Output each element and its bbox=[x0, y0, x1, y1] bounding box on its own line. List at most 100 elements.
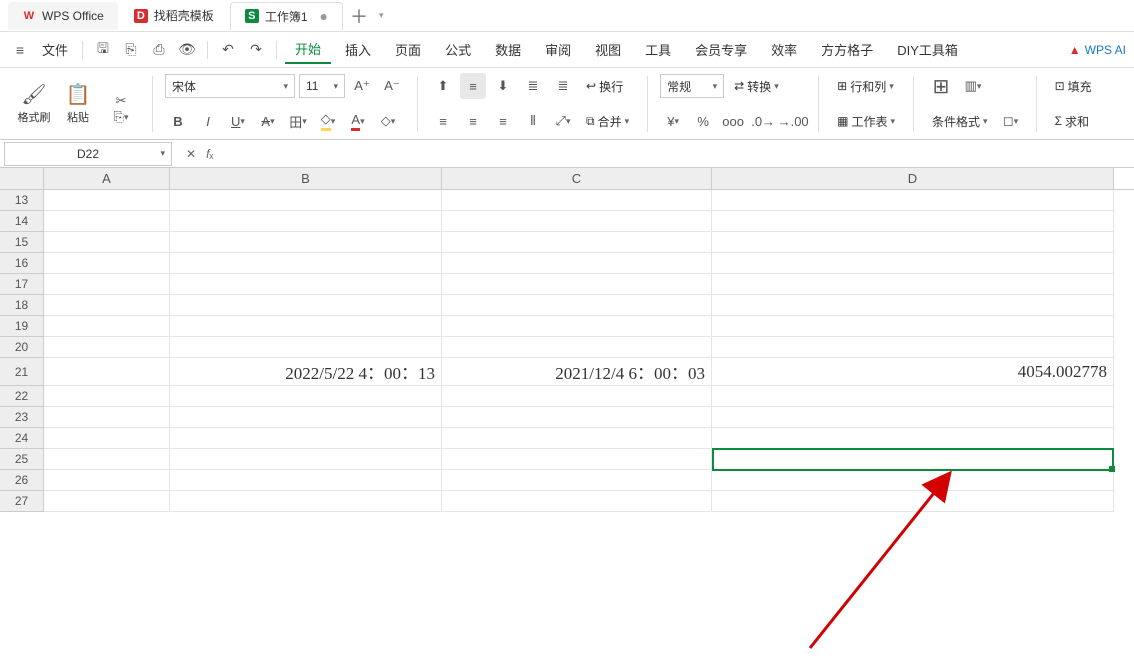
cell-B24[interactable] bbox=[170, 428, 442, 449]
cell-C14[interactable] bbox=[442, 211, 712, 232]
font-name-select[interactable]: 宋体▾ bbox=[165, 74, 295, 98]
menu-view[interactable]: 视图 bbox=[585, 36, 631, 63]
worksheet-button[interactable]: ▦工作表▾ bbox=[831, 111, 901, 132]
thousands-icon[interactable]: ooo bbox=[720, 108, 746, 134]
row-header[interactable]: 14 bbox=[0, 211, 44, 232]
menu-insert[interactable]: 插入 bbox=[335, 36, 381, 63]
wps-ai-button[interactable]: ▲ WPS AI bbox=[1069, 43, 1126, 57]
font-color-icon[interactable]: A▾ bbox=[345, 108, 371, 134]
decrease-font-icon[interactable]: A⁻ bbox=[379, 73, 405, 99]
row-header[interactable]: 17 bbox=[0, 274, 44, 295]
cell-A23[interactable] bbox=[44, 407, 170, 428]
tab-menu-icon[interactable]: ▾ bbox=[379, 10, 384, 21]
menu-ffgz[interactable]: 方方格子 bbox=[811, 36, 883, 63]
cell-B22[interactable] bbox=[170, 386, 442, 407]
cell-C23[interactable] bbox=[442, 407, 712, 428]
cell-C27[interactable] bbox=[442, 491, 712, 512]
paste-button[interactable]: 📋粘贴 bbox=[58, 82, 98, 125]
menu-tools[interactable]: 工具 bbox=[635, 36, 681, 63]
cell-A20[interactable] bbox=[44, 337, 170, 358]
merge-button[interactable]: ⧉合并▾ bbox=[580, 111, 635, 132]
convert-button[interactable]: ⇄转换▾ bbox=[728, 76, 785, 97]
print-icon[interactable]: ⎙ bbox=[147, 38, 171, 62]
align-bottom-icon[interactable]: ⬇ bbox=[490, 73, 516, 99]
align-center-icon[interactable]: ≡ bbox=[460, 108, 486, 134]
cell-C24[interactable] bbox=[442, 428, 712, 449]
strikethrough-icon[interactable]: A▾ bbox=[255, 108, 281, 134]
cell-B19[interactable] bbox=[170, 316, 442, 337]
bold-icon[interactable]: B bbox=[165, 108, 191, 134]
row-header[interactable]: 25 bbox=[0, 449, 44, 470]
cell-B20[interactable] bbox=[170, 337, 442, 358]
cell-D15[interactable] bbox=[712, 232, 1114, 253]
cell-D19[interactable] bbox=[712, 316, 1114, 337]
indent-right-icon[interactable]: ≣ bbox=[550, 73, 576, 99]
save-icon[interactable]: 🖫 bbox=[91, 38, 115, 62]
italic-icon[interactable]: I bbox=[195, 108, 221, 134]
row-header[interactable]: 27 bbox=[0, 491, 44, 512]
cell-A25[interactable] bbox=[44, 449, 170, 470]
row-header[interactable]: 19 bbox=[0, 316, 44, 337]
cell-D24[interactable] bbox=[712, 428, 1114, 449]
menu-member[interactable]: 会员专享 bbox=[685, 36, 757, 63]
cell-B21[interactable]: 2022/5/22 4：00：13 bbox=[170, 358, 442, 386]
row-header[interactable]: 24 bbox=[0, 428, 44, 449]
fx-icon[interactable]: fₓ bbox=[206, 147, 213, 161]
cell-D25[interactable] bbox=[712, 449, 1114, 470]
redo-icon[interactable]: ↷ bbox=[244, 38, 268, 62]
cell-D22[interactable] bbox=[712, 386, 1114, 407]
cell-A26[interactable] bbox=[44, 470, 170, 491]
align-middle-icon[interactable]: ≡ bbox=[460, 73, 486, 99]
cell-style-icon[interactable]: ▥▾ bbox=[960, 73, 986, 99]
cell-A22[interactable] bbox=[44, 386, 170, 407]
menu-diy[interactable]: DIY工具箱 bbox=[887, 36, 968, 63]
workbook-tab[interactable]: S 工作簿1 ● bbox=[230, 2, 343, 30]
cell-D27[interactable] bbox=[712, 491, 1114, 512]
cell-C22[interactable] bbox=[442, 386, 712, 407]
select-all-corner[interactable] bbox=[0, 168, 44, 189]
cell-B26[interactable] bbox=[170, 470, 442, 491]
align-top-icon[interactable]: ⬆ bbox=[430, 73, 456, 99]
row-header[interactable]: 16 bbox=[0, 253, 44, 274]
cell-B16[interactable] bbox=[170, 253, 442, 274]
cell-B13[interactable] bbox=[170, 190, 442, 211]
cell-A17[interactable] bbox=[44, 274, 170, 295]
table-style-button[interactable]: ⊞ bbox=[926, 74, 956, 99]
cell-A24[interactable] bbox=[44, 428, 170, 449]
cell-D16[interactable] bbox=[712, 253, 1114, 274]
undo-icon[interactable]: ↶ bbox=[216, 38, 240, 62]
cell-C25[interactable] bbox=[442, 449, 712, 470]
indent-left-icon[interactable]: ≣ bbox=[520, 73, 546, 99]
cell-D26[interactable] bbox=[712, 470, 1114, 491]
row-header[interactable]: 15 bbox=[0, 232, 44, 253]
col-header-C[interactable]: C bbox=[442, 168, 712, 189]
distribute-icon[interactable]: ⫴ bbox=[520, 108, 546, 134]
percent-icon[interactable]: % bbox=[690, 108, 716, 134]
menu-page[interactable]: 页面 bbox=[385, 36, 431, 63]
cell-A21[interactable] bbox=[44, 358, 170, 386]
cell-C16[interactable] bbox=[442, 253, 712, 274]
clear-format-icon[interactable]: ◇▾ bbox=[375, 108, 401, 134]
fill-button[interactable]: ⊡填充 bbox=[1049, 76, 1098, 97]
menu-formula[interactable]: 公式 bbox=[435, 36, 481, 63]
copy-icon[interactable]: ⎘▾ bbox=[108, 109, 134, 125]
file-menu[interactable]: 文件 bbox=[36, 36, 74, 63]
formula-input-area[interactable]: ✕ fₓ bbox=[176, 147, 1134, 161]
row-header[interactable]: 18 bbox=[0, 295, 44, 316]
menu-data[interactable]: 数据 bbox=[485, 36, 531, 63]
template-tab[interactable]: D 找稻壳模板 bbox=[120, 2, 228, 30]
cell-A16[interactable] bbox=[44, 253, 170, 274]
row-header[interactable]: 13 bbox=[0, 190, 44, 211]
align-left-icon[interactable]: ≡ bbox=[430, 108, 456, 134]
menu-home[interactable]: 开始 bbox=[285, 35, 331, 64]
cancel-icon[interactable]: ✕ bbox=[186, 147, 196, 161]
hamburger-icon[interactable]: ≡ bbox=[8, 38, 32, 62]
cell-D17[interactable] bbox=[712, 274, 1114, 295]
row-header[interactable]: 23 bbox=[0, 407, 44, 428]
row-header[interactable]: 20 bbox=[0, 337, 44, 358]
cell-C26[interactable] bbox=[442, 470, 712, 491]
app-tab[interactable]: W WPS Office bbox=[8, 2, 118, 30]
menu-review[interactable]: 审阅 bbox=[535, 36, 581, 63]
font-size-select[interactable]: 11▾ bbox=[299, 74, 345, 98]
cell-A14[interactable] bbox=[44, 211, 170, 232]
